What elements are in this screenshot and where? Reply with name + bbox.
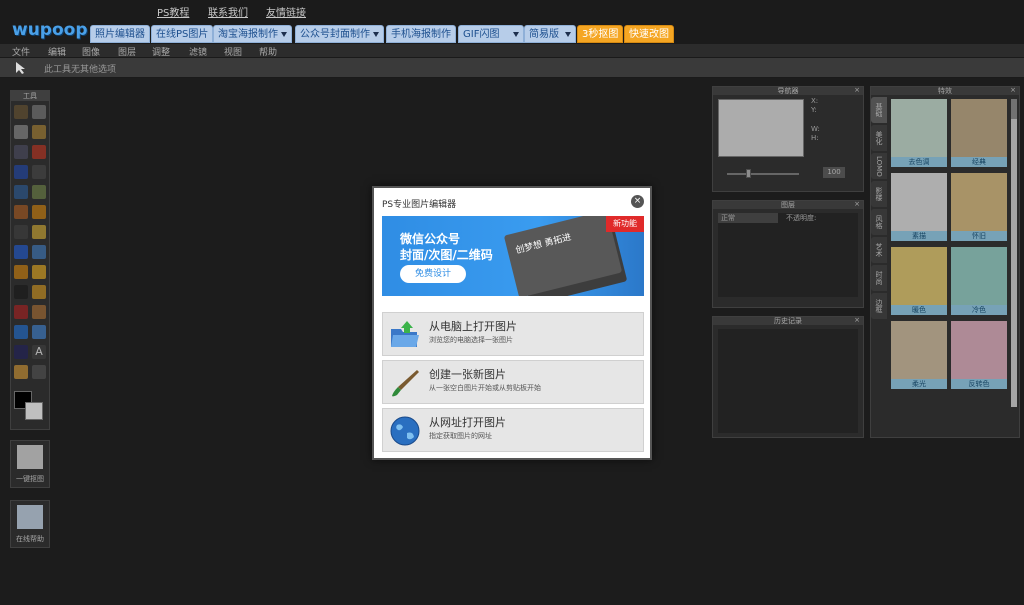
action-desc: 指定获取图片的网址 bbox=[429, 432, 492, 440]
globe-icon bbox=[390, 416, 420, 446]
tab-label: 简易版 bbox=[529, 29, 559, 40]
menu-file[interactable]: 文件 bbox=[12, 45, 30, 58]
action-desc: 从一张空白图片开始或从剪贴板开始 bbox=[429, 384, 541, 392]
tab-label: 手机海报制作 bbox=[391, 29, 451, 40]
chevron-down-icon bbox=[565, 31, 571, 37]
tab-label: 在线PS图片 bbox=[156, 29, 209, 40]
start-dialog: PS专业图片编辑器 × 微信公众号 封面/次图/二维码 免费设计 创梦想 勇拓进… bbox=[372, 186, 652, 460]
tab-gif[interactable]: GIF闪图 bbox=[458, 25, 525, 43]
paintbrush-icon bbox=[392, 370, 419, 397]
menu-view[interactable]: 视图 bbox=[224, 45, 242, 58]
menu-filter[interactable]: 滤镜 bbox=[189, 45, 207, 58]
close-icon[interactable]: × bbox=[631, 195, 644, 208]
menu-adjust[interactable]: 调整 bbox=[152, 45, 170, 58]
options-bar: 此工具无其他选项 bbox=[0, 58, 1024, 78]
menu-layer[interactable]: 图层 bbox=[118, 45, 136, 58]
menu-help[interactable]: 帮助 bbox=[259, 45, 277, 58]
tab-label: 公众号封面制作 bbox=[300, 29, 370, 40]
tab-3s-cutout[interactable]: 3秒抠图 bbox=[577, 25, 624, 43]
create-new-image-button[interactable]: 创建一张新图片 从一张空白图片开始或从剪贴板开始 bbox=[382, 360, 644, 404]
chevron-down-icon bbox=[373, 31, 379, 37]
folder-open-icon bbox=[391, 321, 419, 347]
tab-taobao-poster[interactable]: 淘宝海报制作 bbox=[213, 25, 292, 43]
promo-banner[interactable]: 微信公众号 封面/次图/二维码 免费设计 创梦想 勇拓进 新功能 bbox=[382, 216, 644, 296]
action-title: 从网址打开图片 bbox=[429, 416, 506, 429]
options-hint: 此工具无其他选项 bbox=[44, 65, 117, 75]
tab-label: 照片编辑器 bbox=[95, 29, 145, 40]
action-title: 从电脑上打开图片 bbox=[429, 320, 517, 333]
move-tool-icon bbox=[16, 62, 25, 74]
link-contact-us[interactable]: 联系我们 bbox=[208, 4, 248, 19]
menu-bar: 文件 编辑 图像 图层 调整 滤镜 视图 帮助 bbox=[0, 44, 1024, 58]
tab-label: 快速改图 bbox=[629, 29, 669, 40]
link-friend-links[interactable]: 友情链接 bbox=[266, 4, 306, 19]
tab-quick-edit[interactable]: 快速改图 bbox=[624, 25, 674, 43]
top-header: wupoop PS教程 联系我们 友情链接 照片编辑器 在线PS图片 淘宝海报制… bbox=[0, 0, 1024, 44]
chevron-down-icon bbox=[513, 31, 520, 37]
action-desc: 浏览您的电脑选择一张图片 bbox=[429, 336, 513, 344]
tab-label: GIF闪图 bbox=[463, 29, 500, 40]
tab-wechat-cover[interactable]: 公众号封面制作 bbox=[295, 25, 384, 43]
free-design-button[interactable]: 免费设计 bbox=[400, 265, 466, 283]
open-from-computer-button[interactable]: 从电脑上打开图片 浏览您的电脑选择一张图片 bbox=[382, 312, 644, 356]
link-ps-tutorial[interactable]: PS教程 bbox=[157, 4, 189, 19]
menu-image[interactable]: 图像 bbox=[82, 45, 100, 58]
open-from-url-button[interactable]: 从网址打开图片 指定获取图片的网址 bbox=[382, 408, 644, 452]
tab-mobile-poster[interactable]: 手机海报制作 bbox=[386, 25, 456, 43]
tab-label: 淘宝海报制作 bbox=[218, 29, 278, 40]
tab-online-ps[interactable]: 在线PS图片 bbox=[151, 25, 214, 43]
banner-subheadline: 封面/次图/二维码 bbox=[400, 248, 493, 262]
site-logo[interactable]: wupoop bbox=[12, 20, 88, 40]
action-title: 创建一张新图片 bbox=[429, 368, 506, 381]
chevron-down-icon bbox=[281, 31, 287, 37]
new-feature-badge: 新功能 bbox=[606, 216, 644, 232]
tab-label: 3秒抠图 bbox=[582, 29, 619, 40]
dialog-title: PS专业图片编辑器 bbox=[382, 200, 457, 210]
tab-photo-editor[interactable]: 照片编辑器 bbox=[90, 25, 150, 43]
menu-edit[interactable]: 编辑 bbox=[48, 45, 66, 58]
tab-simple[interactable]: 简易版 bbox=[524, 25, 576, 43]
banner-card-text: 创梦想 勇拓进 bbox=[514, 232, 573, 257]
banner-headline: 微信公众号 bbox=[400, 232, 461, 246]
